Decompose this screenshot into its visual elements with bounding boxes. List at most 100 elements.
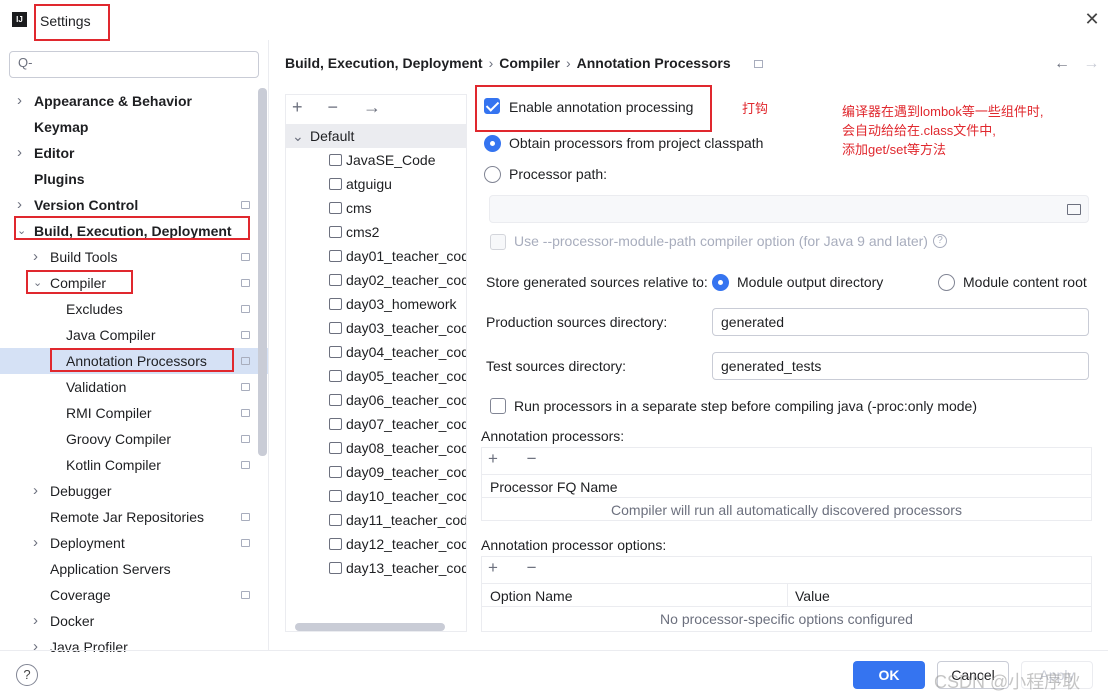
chevron-right-icon[interactable]: ›	[17, 192, 22, 218]
help-icon[interactable]: ?	[16, 664, 38, 686]
chevron-down-icon[interactable]: ⌄	[292, 124, 304, 148]
sidebar-item-editor[interactable]: › Editor	[0, 140, 268, 166]
module-row[interactable]: day06_teacher_code	[286, 388, 466, 412]
chevron-right-icon[interactable]: ›	[33, 530, 38, 556]
sidebar-item-debugger[interactable]: › Debugger	[0, 478, 268, 504]
help-circle-icon[interactable]: ?	[933, 234, 947, 248]
module-row[interactable]: day10_teacher_code	[286, 484, 466, 508]
module-row[interactable]: day09_teacher_code	[286, 460, 466, 484]
profile-default-row[interactable]: ⌄ Default	[286, 124, 466, 148]
module-row[interactable]: cms2	[286, 220, 466, 244]
chevron-right-icon[interactable]: ›	[17, 88, 22, 114]
ok-button[interactable]: OK	[853, 661, 925, 689]
close-icon[interactable]: ✕	[1082, 9, 1102, 30]
sidebar-item-label: Application Servers	[50, 561, 171, 577]
breadcrumb-current: Annotation Processors	[576, 55, 731, 71]
module-content-root-radio[interactable]	[938, 274, 955, 291]
breadcrumb-item[interactable]: Compiler	[499, 55, 560, 71]
module-row[interactable]: day03_homework	[286, 292, 466, 316]
processor-fq-name-column[interactable]: Processor FQ Name	[482, 474, 1091, 498]
sidebar-item-java-compiler[interactable]: Java Compiler	[0, 322, 268, 348]
module-name: day03_homework	[346, 296, 457, 312]
option-value-column[interactable]: Value	[788, 583, 1091, 607]
processor-path-radio[interactable]	[484, 166, 501, 183]
sidebar-item-version-control[interactable]: › Version Control	[0, 192, 268, 218]
module-row[interactable]: day11_teacher_code	[286, 508, 466, 532]
module-name: day01_teacher_code	[346, 248, 466, 264]
module-row[interactable]: day04_teacher_code	[286, 340, 466, 364]
annotation-processors-toolbar[interactable]: + −	[488, 449, 549, 469]
sidebar-item-label: Remote Jar Repositories	[50, 509, 205, 525]
module-row[interactable]: day13_teacher_code	[286, 556, 466, 580]
chevron-right-icon[interactable]: ›	[33, 608, 38, 634]
sidebar-item-validation[interactable]: Validation	[0, 374, 268, 400]
sidebar-item-application-servers[interactable]: Application Servers	[0, 556, 268, 582]
sidebar-item-plugins[interactable]: Plugins	[0, 166, 268, 192]
sidebar-item-keymap[interactable]: Keymap	[0, 114, 268, 140]
sidebar-item-kotlin-compiler[interactable]: Kotlin Compiler	[0, 452, 268, 478]
module-row[interactable]: day05_teacher_code	[286, 364, 466, 388]
breadcrumb-item[interactable]: Build, Execution, Deployment	[285, 55, 483, 71]
sidebar-item-label: Appearance & Behavior	[34, 93, 192, 109]
annotation-processors-title: Annotation processors:	[481, 428, 625, 444]
sidebar-item-groovy-compiler[interactable]: Groovy Compiler	[0, 426, 268, 452]
separate-step-checkbox[interactable]	[490, 398, 506, 414]
sidebar-item-coverage[interactable]: Coverage	[0, 582, 268, 608]
module-output-label[interactable]: Module output directory	[737, 274, 883, 290]
sidebar-item-deployment[interactable]: › Deployment	[0, 530, 268, 556]
module-row[interactable]: day12_teacher_code	[286, 532, 466, 556]
chevron-right-icon[interactable]: ›	[17, 140, 22, 166]
module-row[interactable]: JavaSE_Code	[286, 148, 466, 172]
module-row[interactable]: day02_teacher_code	[286, 268, 466, 292]
chevron-right-icon[interactable]: ›	[33, 244, 38, 270]
sidebar-item-excludes[interactable]: Excludes	[0, 296, 268, 322]
separate-step-label[interactable]: Run processors in a separate step before…	[514, 398, 977, 414]
sidebar-item-build-tools[interactable]: › Build Tools	[0, 244, 268, 270]
processor-path-field[interactable]	[489, 195, 1089, 223]
lombok-annotation-note: 编译器在遇到lombok等一些组件时, 会自动给给在.class文件中, 添加g…	[842, 102, 1044, 159]
sidebar-item-appearance-behavior[interactable]: › Appearance & Behavior	[0, 88, 268, 114]
settings-search-input[interactable]: Q-	[9, 51, 259, 78]
chevron-right-icon[interactable]: ›	[33, 478, 38, 504]
sidebar-item-label: RMI Compiler	[66, 405, 152, 421]
module-output-radio[interactable]	[712, 274, 729, 291]
obtain-from-classpath-label[interactable]: Obtain processors from project classpath	[509, 135, 763, 151]
obtain-from-classpath-radio[interactable]	[484, 135, 501, 152]
processor-module-path-checkbox[interactable]	[490, 234, 506, 250]
module-folder-icon	[329, 490, 342, 502]
module-content-root-label[interactable]: Module content root	[963, 274, 1087, 290]
processor-path-label[interactable]: Processor path:	[509, 166, 607, 182]
module-folder-icon	[329, 322, 342, 334]
module-name: day07_teacher_code	[346, 416, 466, 432]
annotation-processors-panel: + − Processor FQ Name Compiler will run …	[481, 447, 1092, 521]
sidebar-item-label: Editor	[34, 145, 75, 161]
profiles-horizontal-scrollbar[interactable]	[295, 623, 445, 631]
module-row[interactable]: day03_teacher_code	[286, 316, 466, 340]
sidebar-item-remote-jar-repositories[interactable]: Remote Jar Repositories	[0, 504, 268, 530]
module-name: cms	[346, 200, 372, 216]
sidebar-item-label: Validation	[66, 379, 127, 395]
sidebar-item-rmi-compiler[interactable]: RMI Compiler	[0, 400, 268, 426]
page-icon	[241, 409, 250, 417]
option-name-column[interactable]: Option Name	[482, 583, 788, 607]
module-row[interactable]: day08_teacher_code	[286, 436, 466, 460]
module-row[interactable]: day07_teacher_code	[286, 412, 466, 436]
module-folder-icon	[329, 178, 342, 190]
folder-icon[interactable]	[1067, 204, 1081, 215]
production-sources-field[interactable]: generated	[712, 308, 1089, 336]
sidebar-item-label: Excludes	[66, 301, 123, 317]
processor-options-toolbar[interactable]: + −	[488, 558, 549, 578]
test-sources-field[interactable]: generated_tests	[712, 352, 1089, 380]
forward-arrow-icon[interactable]: →	[1083, 55, 1099, 72]
nav-arrows: ← →	[1054, 55, 1099, 73]
module-row[interactable]: day01_teacher_code	[286, 244, 466, 268]
module-row[interactable]: cms	[286, 196, 466, 220]
page-icon	[241, 279, 250, 287]
sidebar-item-docker[interactable]: › Docker	[0, 608, 268, 634]
breadcrumb-separator: ›	[488, 55, 494, 71]
sidebar-scrollbar[interactable]	[258, 88, 267, 456]
profiles-toolbar[interactable]: + − →	[292, 97, 391, 118]
module-row[interactable]: atguigu	[286, 172, 466, 196]
back-arrow-icon[interactable]: ←	[1054, 55, 1070, 72]
module-folder-icon	[329, 370, 342, 382]
